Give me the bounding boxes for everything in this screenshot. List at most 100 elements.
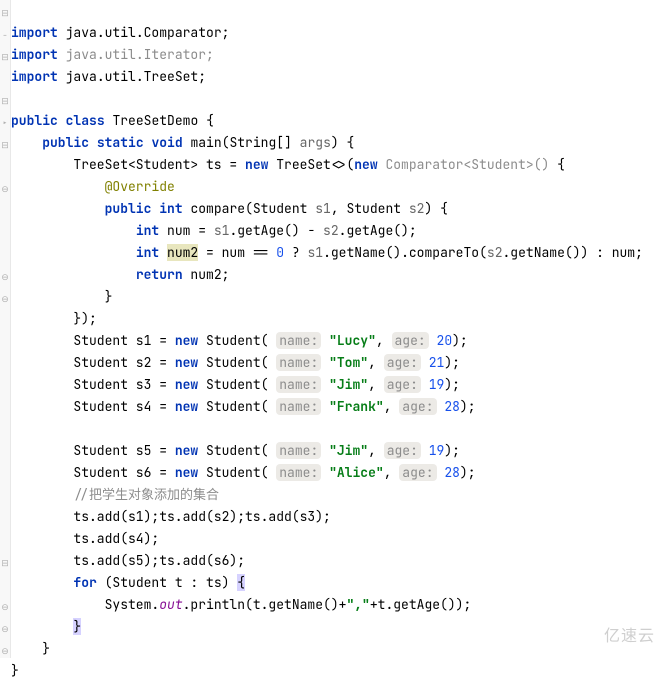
code-line: import java.util.Comparator; — [11, 24, 229, 41]
brace: { — [549, 156, 565, 173]
string: "Jim" — [329, 442, 368, 459]
txt: compare(Student — [183, 200, 316, 217]
code-line: public class TreeSetDemo { — [11, 112, 214, 129]
txt: .getName()) : num; — [503, 244, 643, 261]
txt: , — [368, 442, 384, 459]
field-out: out — [159, 596, 182, 613]
blank-line — [11, 90, 19, 107]
kw: static — [97, 134, 144, 151]
blank-line — [11, 420, 19, 437]
gutter-mark: ⊖ — [1, 178, 9, 200]
code-line: int num2 = num == 0 ? s1.getName().compa… — [11, 244, 643, 261]
gutter-mark: ⊖ — [1, 266, 9, 288]
import-path: java.util.Comparator; — [66, 24, 230, 41]
code-line: ts.add(s1);ts.add(s2);ts.add(s3); — [11, 508, 331, 525]
param: s1 — [307, 244, 323, 261]
txt: , — [384, 398, 400, 415]
gutter-mark: ⊖ — [1, 618, 9, 640]
code-line: import java.util.TreeSet; — [11, 68, 206, 85]
code-line: TreeSet<Student> ts = new TreeSet<>(new … — [11, 156, 565, 173]
code-line: public static void main(String[] args) { — [11, 134, 354, 151]
code-line: } — [11, 288, 112, 305]
keyword-import: import — [11, 24, 58, 41]
param: s1 — [214, 222, 230, 239]
editor-gutter: ⊟ - ⊟ ⊟ ▸ ⊟ ⊖ ⊖ ⊖ ⊟ ⊖ ⊖ ⊖ — [0, 0, 11, 658]
kw-new: new — [175, 332, 198, 349]
param-hint: age: — [399, 398, 436, 415]
txt: .println(t.getName()+ — [183, 596, 347, 613]
num: 19 — [429, 376, 445, 393]
txt: Student( — [198, 354, 276, 371]
txt: = — [151, 354, 174, 371]
txt: Student s — [73, 376, 143, 393]
kw: public — [42, 134, 89, 151]
kw-new: new — [354, 156, 377, 173]
txt: TreeSet<>( — [268, 156, 354, 173]
txt: Student s — [73, 442, 143, 459]
txt: , — [384, 464, 400, 481]
string: "," — [346, 596, 369, 613]
code-area[interactable]: import java.util.Comparator; import java… — [0, 0, 661, 682]
txt: = num == — [198, 244, 276, 261]
txt: ts.add(s4); — [73, 530, 159, 547]
brace: ) { — [424, 200, 447, 217]
gutter-mark: ⊖ — [1, 288, 9, 310]
txt: , Student — [331, 200, 409, 217]
txt: .getAge(); — [339, 222, 417, 239]
import-path-unused: java.util.Iterator; — [66, 46, 214, 63]
method-sig: main(String[] — [183, 134, 300, 151]
gutter-mark: ⊟ — [1, 90, 9, 112]
param-hint: name: — [276, 464, 321, 481]
param-hint: name: — [276, 332, 321, 349]
txt: num2; — [183, 266, 230, 283]
string: "Lucy" — [329, 332, 376, 349]
code-line: Student s2 = new Student( name: "Tom", a… — [11, 354, 460, 371]
txt: ); — [444, 376, 460, 393]
txt: (Student t : ts) — [97, 574, 237, 591]
import-path: java.util.TreeSet; — [66, 68, 206, 85]
brace: } — [105, 288, 113, 305]
txt: Student( — [198, 376, 276, 393]
string: "Tom" — [329, 354, 368, 371]
comment: //把学生对象添加的集合 — [73, 486, 219, 503]
brace-match: { — [237, 574, 245, 591]
txt: Student s — [73, 464, 143, 481]
txt: , — [376, 332, 392, 349]
txt: = — [151, 464, 174, 481]
code-line: } — [11, 640, 50, 657]
gutter-mark: ⊟ — [1, 2, 9, 24]
param-hint: age: — [399, 464, 436, 481]
code-line: int num = s1.getAge() - s2.getAge(); — [11, 222, 417, 239]
txt: Student( — [198, 398, 276, 415]
param-hint: age: — [384, 376, 421, 393]
kw: void — [151, 134, 182, 151]
txt: TreeSet<Student> ts = — [73, 156, 245, 173]
anon-type: Comparator<Student>() — [385, 156, 549, 173]
kw: int — [136, 222, 159, 239]
code-line: return num2; — [11, 266, 229, 283]
txt: = — [151, 376, 174, 393]
code-line: System.out.println(t.getName()+","+t.get… — [11, 596, 471, 613]
var-highlight: num2 — [167, 244, 198, 261]
kw: int — [136, 244, 159, 261]
code-line: for (Student t : ts) { — [11, 574, 245, 591]
code-line: } — [11, 662, 19, 679]
num: 19 — [429, 442, 445, 459]
code-line: public int compare(Student s1, Student s… — [11, 200, 448, 217]
txt: Student s — [73, 398, 143, 415]
keyword-import: import — [11, 68, 58, 85]
gutter-mark: ⊖ — [1, 596, 9, 618]
param: args — [300, 134, 331, 151]
kw-for: for — [73, 574, 96, 591]
gutter-mark: ⊟ — [1, 552, 9, 574]
param: s2 — [409, 200, 425, 217]
txt: ); — [460, 398, 476, 415]
kw-return: return — [136, 266, 183, 283]
kw-new: new — [175, 376, 198, 393]
keyword-public: public — [11, 112, 58, 129]
kw-new: new — [175, 354, 198, 371]
num: 21 — [429, 354, 445, 371]
kw-new: new — [175, 398, 198, 415]
param-hint: name: — [276, 354, 321, 371]
param-hint: age: — [384, 442, 421, 459]
